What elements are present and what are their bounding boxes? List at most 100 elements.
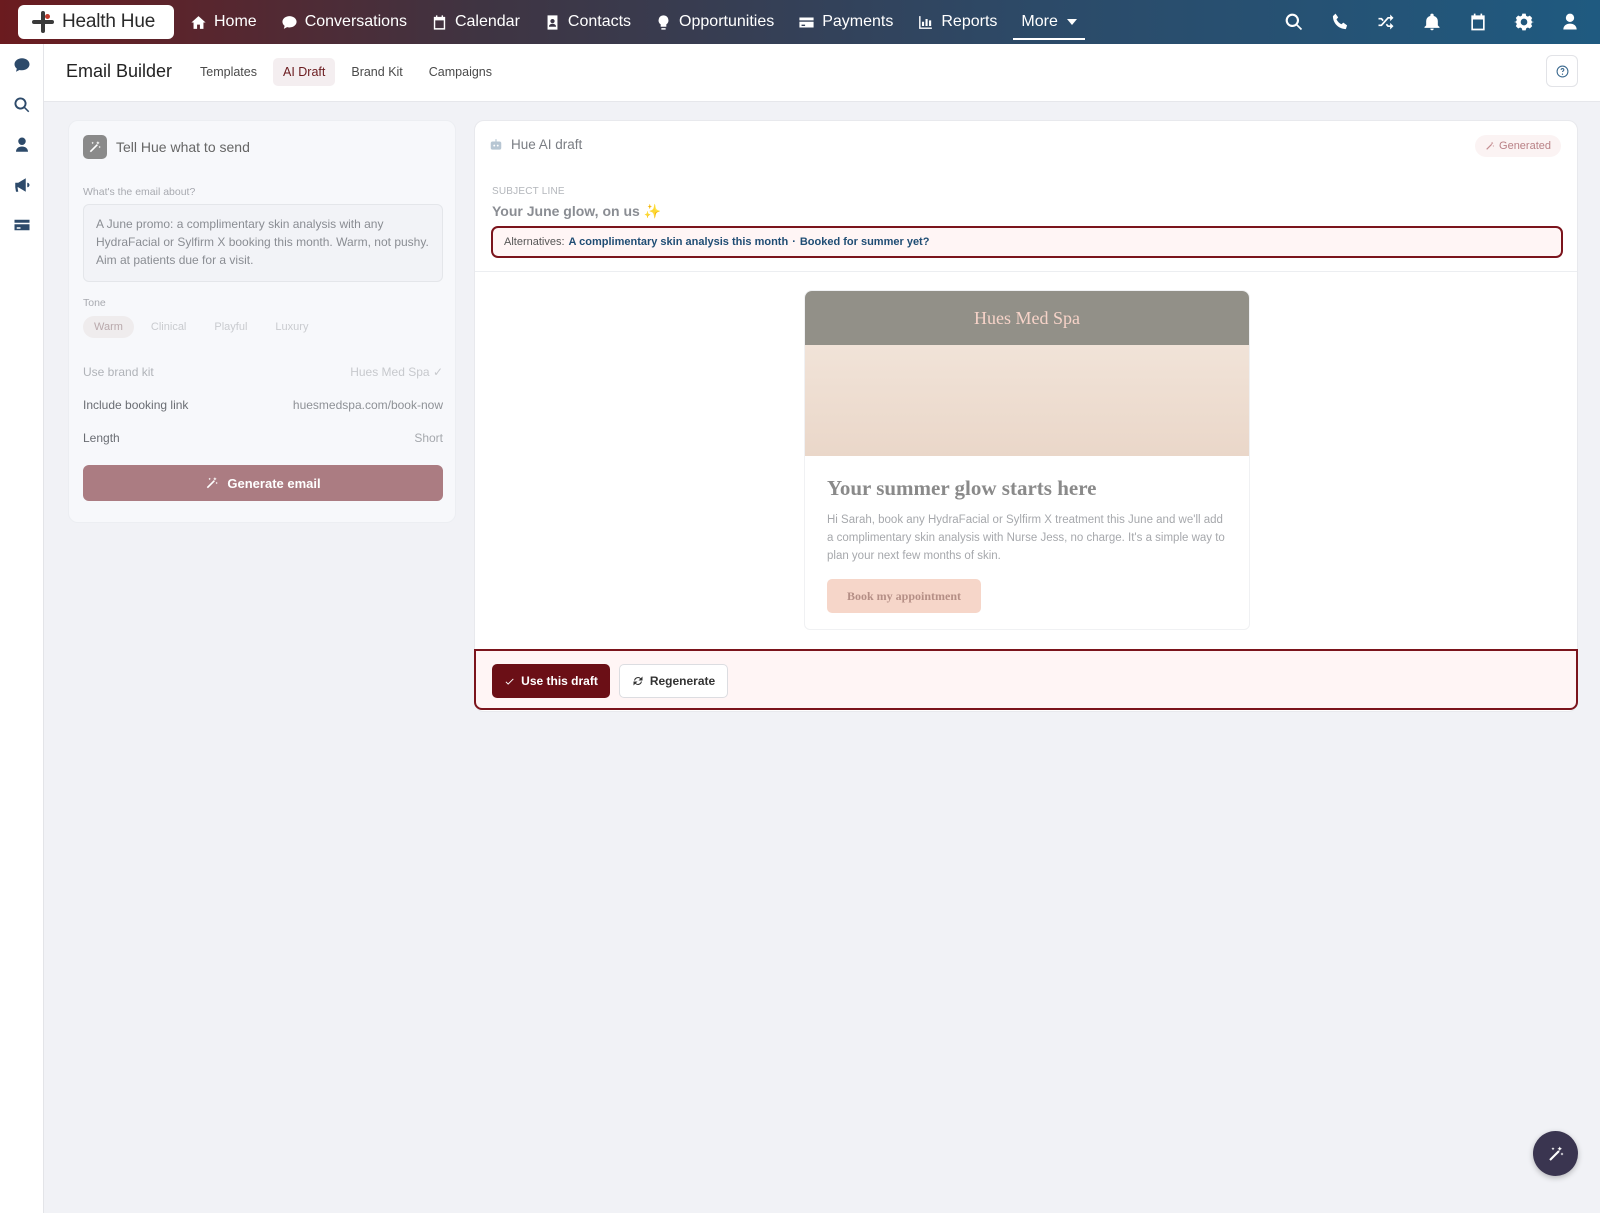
draft-panel-header: Hue AI draft: [489, 137, 582, 152]
alternative-separator: ·: [792, 236, 796, 248]
nav-home-label: Home: [214, 13, 257, 30]
nav-conversations-label: Conversations: [304, 13, 407, 30]
rail-search[interactable]: [13, 96, 31, 114]
nav-more-label: More: [1021, 13, 1058, 30]
chat-icon: [282, 15, 297, 29]
calendar-icon[interactable]: [1468, 12, 1488, 32]
left-rail: [0, 44, 44, 1213]
search-icon: [14, 97, 30, 113]
nav-home[interactable]: Home: [190, 0, 257, 44]
subheader-tabs: Templates AI Draft Brand Kit Campaigns: [190, 58, 502, 86]
email-body-text: Hi Sarah, book any HydraFacial or Sylfir…: [827, 514, 1225, 562]
nav-utility-icons: [1284, 0, 1580, 44]
gear-icon[interactable]: [1514, 12, 1534, 32]
help-button[interactable]: [1546, 55, 1578, 87]
draft-panel-title: Hue AI draft: [511, 137, 583, 152]
brand-logo[interactable]: Health Hue: [18, 5, 174, 39]
alternatives-label: Alternatives:: [504, 236, 565, 248]
phone-icon[interactable]: [1330, 12, 1350, 32]
rail-contacts[interactable]: [13, 136, 31, 154]
prompt-panel-title: Tell Hue what to send: [116, 139, 250, 155]
home-icon: [191, 15, 206, 29]
main-nav: Home Conversations Calendar Contacts Opp…: [190, 0, 1101, 44]
lightbulb-icon: [658, 14, 669, 30]
nav-contacts-label: Contacts: [567, 13, 632, 30]
tab-templates[interactable]: Templates: [190, 58, 267, 86]
generate-email-label: Generate email: [227, 475, 321, 491]
length-row[interactable]: Length Short: [83, 431, 443, 445]
nav-reports[interactable]: Reports: [917, 0, 997, 44]
health-hue-logo-icon: [32, 11, 54, 33]
use-draft-label: Use this draft: [521, 674, 598, 688]
bell-icon[interactable]: [1422, 12, 1442, 32]
subject-line-value[interactable]: Your June glow, on us ✨: [492, 203, 661, 220]
subject-line-label: SUBJECT LINE: [492, 186, 565, 197]
email-headline: Your summer glow starts here: [827, 476, 1097, 500]
page-title: Email Builder: [66, 61, 173, 81]
email-preview-header: Hues Med Spa: [805, 291, 1249, 345]
tone-chip-playful[interactable]: Playful: [203, 316, 258, 338]
alternative-subject-2[interactable]: Booked for summer yet?: [800, 236, 930, 248]
prompt-panel: Tell Hue what to send What's the email a…: [68, 120, 456, 523]
megaphone-icon: [15, 178, 30, 192]
nav-conversations[interactable]: Conversations: [281, 0, 407, 44]
chat-icon: [14, 58, 30, 72]
contact-card-icon: [547, 14, 558, 30]
user-icon[interactable]: [1560, 12, 1580, 32]
length-label: Length: [83, 431, 120, 445]
tone-chip-warm[interactable]: Warm: [83, 316, 134, 338]
regenerate-button[interactable]: Regenerate: [619, 664, 728, 698]
chevron-down-icon: [1066, 19, 1077, 25]
nav-opportunities[interactable]: Opportunities: [655, 0, 774, 44]
email-cta-button[interactable]: Book my appointment: [827, 579, 982, 613]
prompt-panel-header: Tell Hue what to send: [83, 135, 250, 159]
generated-badge-label: Generated: [1499, 140, 1551, 152]
shuffle-icon[interactable]: [1376, 12, 1396, 32]
email-preview: Hues Med Spa Your summer glow starts her…: [804, 290, 1250, 630]
tab-campaigns[interactable]: Campaigns: [419, 58, 502, 86]
tab-ai-draft[interactable]: AI Draft: [272, 58, 336, 86]
nav-calendar-label: Calendar: [454, 13, 520, 30]
page-subheader: Email Builder Templates AI Draft Brand K…: [44, 44, 1600, 102]
magic-wand-icon: [83, 135, 107, 159]
nav-opportunities-label: Opportunities: [679, 13, 775, 30]
calendar-icon: [433, 14, 446, 30]
nav-payments[interactable]: Payments: [798, 0, 893, 44]
brand-kit-row[interactable]: Use brand kit Hues Med Spa ✓: [83, 365, 443, 379]
rail-payments[interactable]: [13, 216, 31, 234]
ai-assistant-fab[interactable]: [1533, 1131, 1578, 1176]
nav-reports-label: Reports: [941, 13, 998, 30]
rail-marketing[interactable]: [13, 176, 31, 194]
credit-card-icon: [799, 17, 814, 27]
divider: [475, 271, 1577, 272]
magic-wand-icon: [1486, 141, 1495, 150]
tone-selector: Warm Clinical Playful Luxury: [83, 316, 319, 338]
top-navigation: Health Hue Home Conversations Calendar C…: [0, 0, 1600, 44]
prompt-textarea[interactable]: A June promo: a complimentary skin analy…: [83, 204, 443, 282]
bar-chart-icon: [919, 15, 933, 29]
robot-icon: [490, 138, 502, 150]
nav-calendar[interactable]: Calendar: [431, 0, 520, 44]
refresh-icon: [633, 676, 643, 686]
brand-kit-value: Hues Med Spa ✓: [350, 365, 443, 379]
rail-chat[interactable]: [13, 56, 31, 74]
use-draft-button[interactable]: Use this draft: [492, 664, 610, 698]
subject-alternatives: Alternatives: A complimentary skin analy…: [491, 226, 1563, 258]
email-preview-body: Your summer glow starts here Hi Sarah, b…: [805, 456, 1249, 629]
alternative-subject-1[interactable]: A complimentary skin analysis this month: [569, 236, 789, 248]
tone-chip-luxury[interactable]: Luxury: [264, 316, 319, 338]
search-icon[interactable]: [1284, 12, 1304, 32]
booking-link-label: Include booking link: [83, 398, 189, 412]
draft-panel: Hue AI draft Generated SUBJECT LINE Your…: [474, 120, 1578, 712]
tab-brand-kit[interactable]: Brand Kit: [341, 58, 412, 86]
generate-email-button[interactable]: Generate email: [83, 465, 443, 501]
nav-payments-label: Payments: [822, 13, 894, 30]
tone-chip-clinical[interactable]: Clinical: [140, 316, 197, 338]
help-icon: [1556, 65, 1568, 77]
magic-wand-icon: [1548, 1146, 1563, 1161]
booking-link-row[interactable]: Include booking link huesmedspa.com/book…: [83, 398, 443, 412]
draft-action-bar: Use this draft Regenerate: [474, 649, 1578, 710]
nav-contacts[interactable]: Contacts: [544, 0, 631, 44]
nav-more[interactable]: More: [1013, 0, 1086, 44]
sparkle-icon: ✨: [643, 203, 662, 219]
